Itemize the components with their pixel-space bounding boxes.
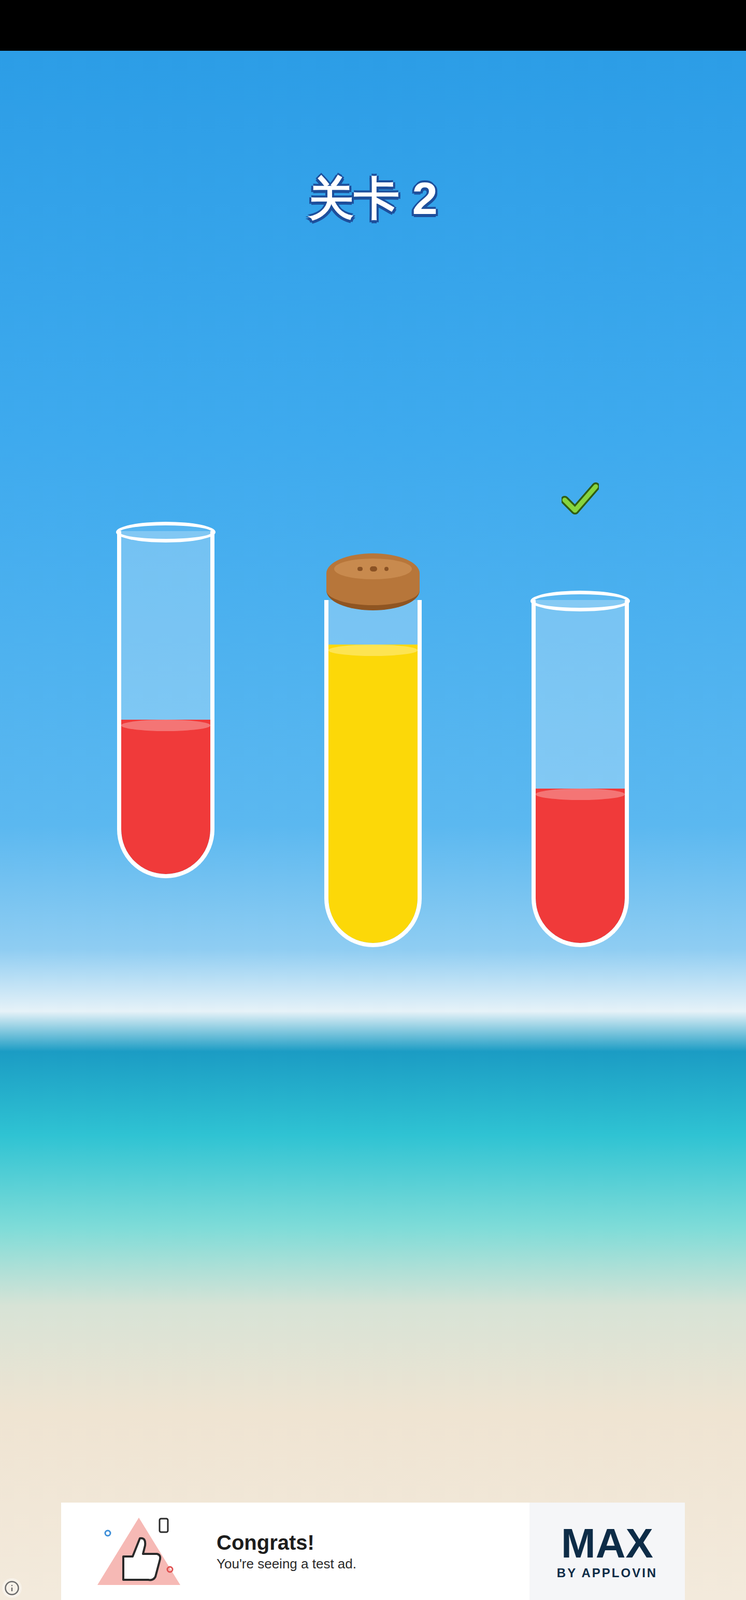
ad-subtext: You're seeing a test ad. [216,1554,530,1573]
thumbs-up-icon [92,1512,186,1590]
ad-banner[interactable]: Congrats!You're seeing a test ad.MAXBY A… [61,1502,685,1600]
cork-top [334,558,412,580]
tube-body [531,599,629,948]
info-button[interactable] [2,1577,22,1598]
tube[interactable] [324,599,422,948]
cork-dot [369,566,378,572]
app: 关卡 2Congrats!You're seeing a test ad.MAX… [0,0,746,1600]
liquid-surface [328,644,418,656]
liquid-fill [121,719,211,874]
cork [326,553,420,611]
liquid-fill [535,788,625,943]
tube-rim [530,590,630,612]
status-bar [0,0,746,51]
ad-thumb [61,1512,217,1590]
tube[interactable] [531,599,629,948]
cork-dot [357,566,363,571]
liquid-surface [535,788,625,800]
cork-dot [384,566,389,571]
tube-body [324,599,422,948]
tube-rim [116,521,216,543]
game-screen: 关卡 2Congrats!You're seeing a test ad.MAX… [0,50,746,1600]
info-icon [4,1580,20,1596]
tube-column[interactable] [531,482,629,948]
ad-text: Congrats!You're seeing a test ad. [216,1529,530,1573]
brand-logo: MAX [561,1521,654,1566]
level-title: 关卡 2 [308,172,438,225]
tube[interactable] [117,531,215,879]
tube-column[interactable] [324,553,422,948]
tube-row [117,482,629,948]
liquid-fill [328,644,418,943]
tube-body [117,531,215,879]
check-icon [561,482,599,515]
ad-brand: MAXBY APPLOVIN [529,1502,685,1600]
ad-headline: Congrats! [216,1529,530,1555]
tube-column[interactable] [117,531,215,879]
liquid-surface [121,719,211,731]
brand-sub: BY APPLOVIN [556,1565,658,1581]
